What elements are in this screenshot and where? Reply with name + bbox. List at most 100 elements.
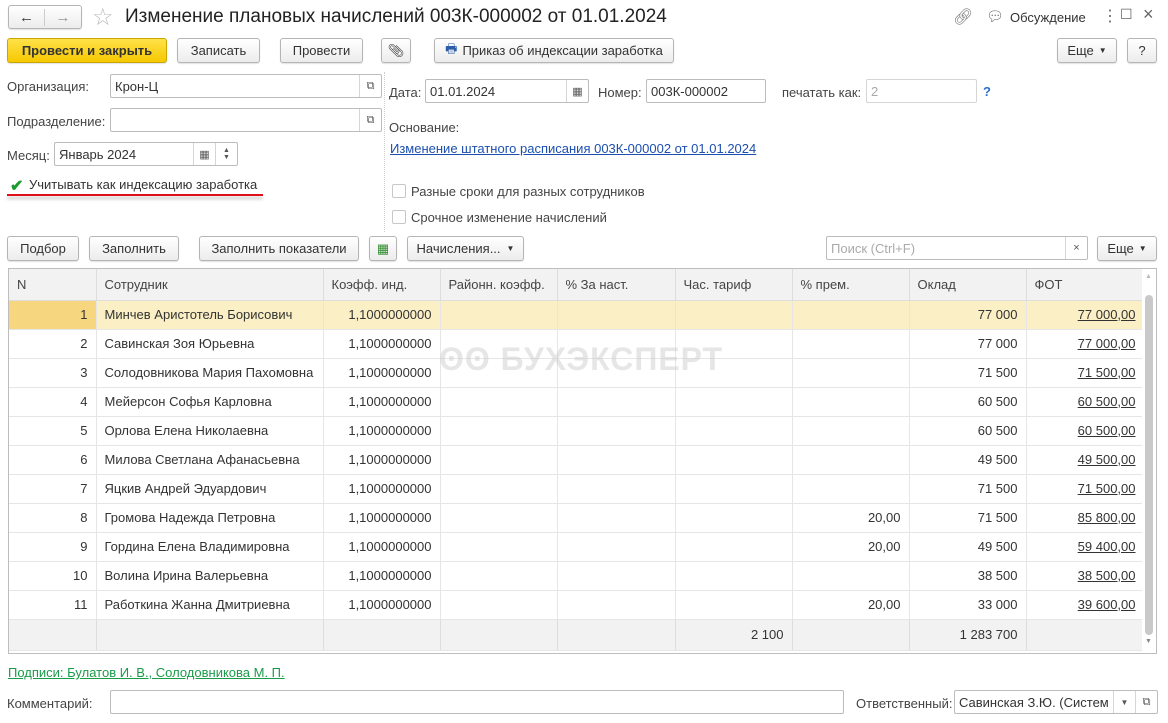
fot-link[interactable]: 85 800,00 bbox=[1078, 510, 1136, 525]
table-cell: 1 bbox=[9, 300, 97, 330]
table-cell: 77 000 bbox=[909, 329, 1027, 359]
print-as-help[interactable]: ? bbox=[983, 84, 991, 99]
close-icon[interactable]: × bbox=[1143, 4, 1154, 25]
table-cell: 77 000,00 bbox=[1026, 300, 1145, 330]
search-input[interactable]: Поиск (Ctrl+F) × bbox=[826, 236, 1088, 260]
comment-input[interactable] bbox=[110, 690, 844, 714]
column-header[interactable]: % За наст. bbox=[557, 269, 676, 301]
fot-link[interactable]: 71 500,00 bbox=[1078, 365, 1136, 380]
table-cell: 2 bbox=[9, 329, 97, 359]
forward-icon[interactable]: → bbox=[45, 9, 81, 26]
column-header[interactable]: Сотрудник bbox=[96, 269, 324, 301]
responsible-field[interactable]: Савинская З.Ю. (Систем ▼ ⧉ bbox=[954, 690, 1158, 714]
indexation-label[interactable]: Учитывать как индексацию заработка bbox=[29, 177, 257, 192]
total-cell bbox=[440, 618, 558, 651]
table-row[interactable]: 11 Работкина Жанна Дмитриевна 1,1000000000… bbox=[9, 590, 1145, 620]
table-row[interactable]: 10 Волина Ирина Валерьевна 1,1000000000 38 … bbox=[9, 561, 1145, 591]
favorite-star-icon[interactable]: ☆ bbox=[92, 3, 114, 32]
table-row[interactable]: 1 Минчев Аристотель Борисович 1,1000000000… bbox=[9, 300, 1145, 330]
month-label: Месяц: bbox=[7, 148, 50, 163]
save-button[interactable]: Записать bbox=[177, 38, 260, 63]
table-row[interactable]: 5 Орлова Елена Николаевна 1,1000000000 60 5… bbox=[9, 416, 1145, 446]
fot-link[interactable]: 60 500,00 bbox=[1078, 423, 1136, 438]
more-button[interactable]: Еще ▼ bbox=[1057, 38, 1117, 63]
table-more-label: Еще bbox=[1107, 241, 1134, 256]
table-cell: 3 bbox=[9, 358, 97, 388]
fill-button[interactable]: Заполнить bbox=[89, 236, 179, 261]
column-header[interactable]: N bbox=[9, 269, 97, 301]
column-header[interactable]: Районн. коэфф. bbox=[440, 269, 558, 301]
fot-link[interactable]: 71 500,00 bbox=[1078, 481, 1136, 496]
table-cell: 59 400,00 bbox=[1026, 532, 1145, 562]
table-cell: 60 500 bbox=[909, 416, 1027, 446]
maximize-icon[interactable]: ☐ bbox=[1120, 6, 1133, 23]
fot-link[interactable]: 77 000,00 bbox=[1078, 307, 1136, 322]
dropdown-arrow-icon: ▼ bbox=[1098, 46, 1107, 55]
print-order-button[interactable]: 🖶 Приказ об индексации заработка bbox=[434, 38, 674, 63]
attach-button[interactable]: 📎︎ bbox=[381, 38, 411, 63]
fot-link[interactable]: 38 500,00 bbox=[1078, 568, 1136, 583]
open-icon[interactable]: ⧉ bbox=[1135, 691, 1157, 713]
column-header[interactable]: Коэфф. инд. bbox=[323, 269, 441, 301]
open-icon[interactable]: ⧉ bbox=[359, 75, 381, 97]
table-cell bbox=[792, 474, 910, 504]
table-row[interactable]: 8 Громова Надежда Петровна 1,1000000000 20,… bbox=[9, 503, 1145, 533]
month-field[interactable]: Январь 2024 ▦ ▲ ▼ bbox=[54, 142, 238, 166]
add-table-button[interactable]: ▦ bbox=[369, 236, 397, 261]
table-row[interactable]: 4 Мейерсон Софья Карловна 1,1000000000 60 5… bbox=[9, 387, 1145, 417]
fot-link[interactable]: 49 500,00 bbox=[1078, 452, 1136, 467]
fill-indicators-button[interactable]: Заполнить показатели bbox=[199, 236, 359, 261]
post-button[interactable]: Провести bbox=[280, 38, 363, 63]
dropdown-arrow-icon[interactable]: ▼ bbox=[1113, 691, 1135, 713]
calendar-icon[interactable]: ▦ bbox=[193, 143, 215, 165]
table-cell: 38 500,00 bbox=[1026, 561, 1145, 591]
urgent-label[interactable]: Срочное изменение начислений bbox=[411, 210, 607, 225]
diff-dates-checkbox[interactable] bbox=[392, 184, 406, 198]
table-cell: 71 500,00 bbox=[1026, 474, 1145, 504]
back-icon[interactable]: ← bbox=[9, 8, 45, 26]
accruals-button[interactable]: Начисления... ▼ bbox=[407, 236, 524, 261]
pick-button[interactable]: Подбор bbox=[7, 236, 79, 261]
link-icon[interactable]: 🔗︎ bbox=[953, 7, 973, 27]
calendar-icon[interactable]: ▦ bbox=[566, 80, 588, 102]
table-cell: 77 000 bbox=[909, 300, 1027, 330]
diff-dates-label[interactable]: Разные сроки для разных сотрудников bbox=[411, 184, 645, 199]
table-cell: 49 500 bbox=[909, 532, 1027, 562]
open-icon[interactable]: ⧉ bbox=[359, 109, 381, 131]
menu-icon[interactable]: ⋮ bbox=[1102, 6, 1118, 26]
number-field[interactable]: 003К-000002 bbox=[646, 79, 766, 103]
column-header[interactable]: Оклад bbox=[909, 269, 1027, 301]
dept-field[interactable]: ⧉ bbox=[110, 108, 382, 132]
indexation-checkbox[interactable]: ✔ bbox=[10, 176, 23, 196]
table-more-button[interactable]: Еще ▼ bbox=[1097, 236, 1157, 261]
number-value: 003К-000002 bbox=[651, 83, 728, 99]
table-row[interactable]: 6 Милова Светлана Афанасьевна 1,1000000000… bbox=[9, 445, 1145, 475]
date-field[interactable]: 01.01.2024 ▦ bbox=[425, 79, 589, 103]
table-scrollbar[interactable]: ▲ ▼ bbox=[1142, 269, 1156, 653]
table-cell bbox=[675, 387, 793, 417]
post-and-close-button[interactable]: Провести и закрыть bbox=[7, 38, 167, 63]
discussion-icon[interactable]: 💬︎ bbox=[986, 8, 1004, 25]
column-header[interactable]: % прем. bbox=[792, 269, 910, 301]
month-stepper[interactable]: ▲ ▼ bbox=[215, 143, 237, 165]
table-row[interactable]: 7 Яцкив Андрей Эдуардович 1,1000000000 71 5… bbox=[9, 474, 1145, 504]
fot-link[interactable]: 77 000,00 bbox=[1078, 336, 1136, 351]
column-header[interactable]: Час. тариф bbox=[675, 269, 793, 301]
signatures-link[interactable]: Подписи: Булатов И. В., Солодовникова М.… bbox=[8, 665, 285, 680]
table-cell: Громова Надежда Петровна bbox=[96, 503, 324, 533]
fot-link[interactable]: 60 500,00 bbox=[1078, 394, 1136, 409]
column-header[interactable]: ФОТ bbox=[1026, 269, 1145, 301]
basis-link[interactable]: Изменение штатного расписания 003К-00000… bbox=[390, 141, 756, 156]
help-button[interactable]: ? bbox=[1127, 38, 1157, 63]
org-field[interactable]: Крон-Ц ⧉ bbox=[110, 74, 382, 98]
urgent-checkbox[interactable] bbox=[392, 210, 406, 224]
table-cell bbox=[557, 561, 676, 591]
fot-link[interactable]: 39 600,00 bbox=[1078, 597, 1136, 612]
clear-search-icon[interactable]: × bbox=[1065, 237, 1087, 259]
table-row[interactable]: 9 Гордина Елена Владимировна 1,1000000000 2… bbox=[9, 532, 1145, 562]
fot-link[interactable]: 59 400,00 bbox=[1078, 539, 1136, 554]
discussion-link[interactable]: Обсуждение bbox=[1010, 10, 1086, 25]
print-order-label: Приказ об индексации заработка bbox=[462, 43, 663, 58]
table-cell: Волина Ирина Валерьевна bbox=[96, 561, 324, 591]
print-as-field[interactable]: 2 bbox=[866, 79, 977, 103]
